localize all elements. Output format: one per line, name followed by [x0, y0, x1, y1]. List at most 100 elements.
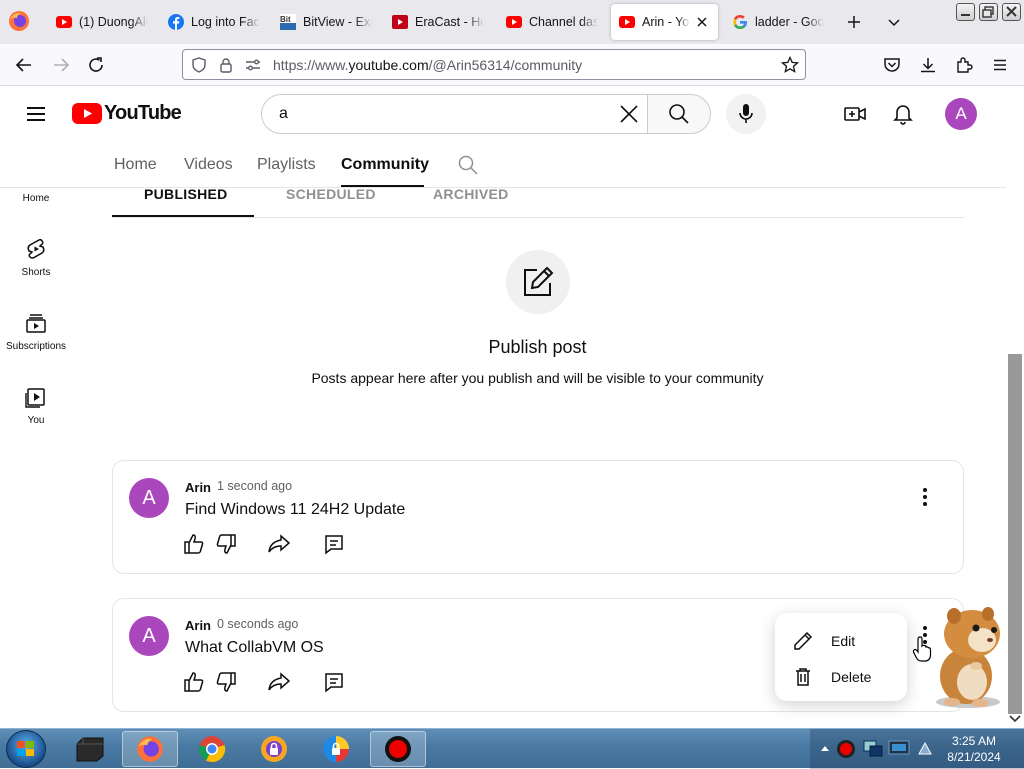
comment-button[interactable] — [323, 533, 347, 557]
taskbar-clock[interactable]: 3:25 AM 8/21/2024 — [944, 733, 1004, 765]
tray-app-icon[interactable] — [916, 740, 934, 758]
thumbs-down-icon — [216, 534, 236, 554]
like-button[interactable] — [183, 533, 207, 557]
dislike-button[interactable] — [215, 671, 239, 695]
restore-window-button[interactable] — [979, 3, 998, 21]
tray-record-icon[interactable] — [836, 739, 856, 759]
guide-item-you[interactable]: You — [0, 382, 72, 448]
post-author-avatar[interactable]: A — [129, 478, 169, 518]
post-author[interactable]: Arin — [185, 480, 211, 495]
taskbar-app-chrome[interactable] — [184, 731, 240, 767]
empty-state-title: Publish post — [488, 337, 587, 357]
voice-search-button[interactable] — [726, 94, 766, 134]
create-button[interactable] — [835, 94, 875, 134]
forward-button[interactable] — [47, 51, 75, 79]
subtab-scheduled[interactable]: SCHEDULED — [286, 186, 376, 202]
browser-tab-google[interactable]: ladder - Goo — [724, 4, 836, 40]
scrollbar-thumb[interactable] — [1008, 354, 1022, 714]
chevron-down-icon — [888, 19, 900, 27]
search-button[interactable] — [647, 94, 711, 134]
start-button[interactable] — [6, 730, 46, 768]
chrome-icon — [198, 736, 226, 763]
post-author[interactable]: Arin — [185, 618, 211, 633]
tray-network-icon[interactable] — [862, 739, 884, 759]
close-window-button[interactable] — [1002, 3, 1021, 21]
post-more-button[interactable] — [913, 485, 937, 509]
you-icon — [25, 388, 45, 408]
url-text[interactable]: https://www.youtube.com/@Arin56314/commu… — [273, 57, 582, 73]
subtab-archived[interactable]: ARCHIVED — [433, 186, 509, 202]
bitview-icon: Bit — [280, 14, 296, 30]
pocket-button[interactable] — [878, 51, 906, 79]
tray-monitor-icon[interactable] — [888, 739, 910, 759]
clock-date: 8/21/2024 — [947, 750, 1001, 764]
browser-tab-arin[interactable]: Arin - You — [611, 4, 718, 40]
share-button[interactable] — [267, 671, 291, 695]
address-bar[interactable]: https://www.youtube.com/@Arin56314/commu… — [182, 49, 806, 80]
post-text: Find Windows 11 24H2 Update — [185, 501, 406, 518]
downloads-button[interactable] — [914, 51, 942, 79]
minimize-window-button[interactable] — [956, 3, 975, 21]
menu-item-edit[interactable]: Edit — [775, 623, 907, 659]
active-subtab-indicator — [112, 215, 254, 217]
browser-tab-facebook[interactable]: Log into Face — [160, 4, 268, 40]
like-button[interactable] — [183, 671, 207, 695]
guide-label-you: You — [27, 415, 45, 426]
taskbar-app-secure-browser[interactable] — [308, 731, 364, 767]
taskbar-app-recorder[interactable] — [370, 731, 426, 767]
browser-tab-bitview[interactable]: Bit BitView - Exp — [272, 4, 380, 40]
browser-tab-duongale[interactable]: (1) DuongAle — [48, 4, 156, 40]
youtube-icon — [619, 16, 635, 28]
comment-button[interactable] — [323, 671, 347, 695]
post-actions — [183, 533, 353, 557]
browser-tab-channel-dashboard[interactable]: Channel dash — [498, 4, 606, 40]
shield-icon[interactable] — [191, 57, 207, 73]
tab-home[interactable]: Home — [114, 156, 157, 174]
search-input[interactable]: a — [261, 94, 647, 134]
taskbar-app-vpn-browser[interactable] — [246, 731, 302, 767]
tab-videos[interactable]: Videos — [184, 156, 233, 174]
scroll-down-icon[interactable] — [1009, 714, 1021, 724]
pocket-icon — [884, 58, 900, 72]
post-time[interactable]: 0 seconds ago — [217, 617, 298, 631]
guide-menu-button[interactable] — [16, 94, 56, 134]
youtube-logo[interactable]: YouTube — [72, 102, 182, 125]
app-menu-button[interactable] — [986, 51, 1014, 79]
empty-state-description: Posts appear here after you publish and … — [311, 370, 764, 386]
subtab-published[interactable]: PUBLISHED — [144, 186, 228, 202]
dislike-button[interactable] — [215, 533, 239, 557]
shorts-icon — [27, 238, 45, 259]
permissions-icon[interactable] — [245, 58, 261, 72]
reload-button[interactable] — [82, 51, 110, 79]
account-avatar[interactable]: A — [945, 98, 977, 130]
channel-search-icon[interactable] — [458, 155, 478, 175]
close-tab-icon[interactable] — [694, 14, 710, 30]
firefox-icon[interactable] — [8, 10, 30, 32]
lock-icon[interactable] — [219, 57, 233, 73]
svg-text:Bit: Bit — [280, 15, 291, 24]
secure-browser-icon — [323, 736, 349, 762]
youtube-wordmark: YouTube — [104, 102, 182, 124]
post-time[interactable]: 1 second ago — [217, 479, 292, 493]
guide-item-shorts[interactable]: Shorts — [0, 234, 72, 300]
list-all-tabs-button[interactable] — [880, 8, 908, 36]
post-author-avatar[interactable]: A — [129, 616, 169, 656]
menu-item-delete[interactable]: Delete — [775, 659, 907, 695]
taskbar-app-terminal[interactable] — [62, 731, 118, 767]
back-button[interactable] — [10, 51, 38, 79]
browser-tab-eracast[interactable]: EraCast - Ho — [384, 4, 492, 40]
taskbar-app-firefox[interactable] — [122, 731, 178, 767]
tab-playlists[interactable]: Playlists — [257, 156, 316, 174]
compose-post-icon — [524, 266, 554, 296]
clear-search-icon[interactable] — [619, 104, 639, 124]
tab-community[interactable]: Community — [341, 156, 429, 174]
share-button[interactable] — [267, 533, 291, 557]
extensions-button[interactable] — [950, 51, 978, 79]
guide-label-shorts: Shorts — [21, 267, 51, 278]
bookmark-star-icon[interactable] — [781, 56, 799, 74]
browser-nav-bar: https://www.youtube.com/@Arin56314/commu… — [0, 44, 1024, 86]
tray-expand-icon[interactable] — [820, 743, 830, 753]
new-tab-button[interactable] — [840, 8, 868, 36]
notifications-button[interactable] — [883, 94, 923, 134]
post-actions — [183, 671, 353, 695]
